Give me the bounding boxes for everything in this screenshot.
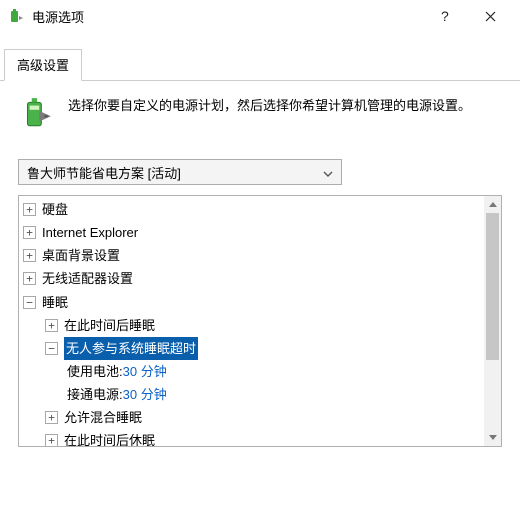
tree-item-hdd[interactable]: + 硬盘: [19, 198, 484, 221]
collapse-icon[interactable]: −: [23, 296, 36, 309]
collapse-icon[interactable]: −: [45, 342, 58, 355]
scroll-down-icon[interactable]: [484, 429, 501, 446]
value-on-battery: 30 分钟: [123, 360, 167, 383]
tree-item-sleep[interactable]: − 睡眠: [19, 291, 484, 314]
tree-item-unattended-sleep[interactable]: − 无人参与系统睡眠超时: [19, 337, 484, 360]
settings-tree[interactable]: + 硬盘 + Internet Explorer + 桌面背景设置 + 无线适配…: [19, 196, 484, 446]
scrollbar-thumb[interactable]: [486, 213, 499, 360]
svg-text:?: ?: [441, 9, 449, 23]
tab-advanced[interactable]: 高级设置: [4, 49, 82, 81]
close-button[interactable]: [468, 1, 512, 31]
tabstrip: 高级设置: [0, 48, 520, 81]
help-button[interactable]: ?: [424, 1, 468, 31]
expand-icon[interactable]: +: [23, 249, 36, 262]
battery-app-icon: [8, 8, 24, 24]
tree-leaf-on-battery[interactable]: 使用电池: 30 分钟: [19, 360, 484, 383]
expand-icon[interactable]: +: [45, 434, 58, 446]
expand-icon[interactable]: +: [23, 203, 36, 216]
tree-item-ie[interactable]: + Internet Explorer: [19, 221, 484, 244]
tree-item-hybrid-sleep[interactable]: + 允许混合睡眠: [19, 406, 484, 429]
chevron-down-icon: [323, 165, 333, 180]
power-plan-value: 鲁大师节能省电方案 [活动]: [27, 163, 181, 182]
expand-icon[interactable]: +: [45, 319, 58, 332]
expand-icon[interactable]: +: [23, 272, 36, 285]
scrollbar-track[interactable]: [484, 213, 501, 429]
tree-item-desktop-bg[interactable]: + 桌面背景设置: [19, 244, 484, 267]
expand-icon[interactable]: +: [23, 226, 36, 239]
vertical-scrollbar[interactable]: [484, 196, 501, 446]
tree-leaf-plugged-in[interactable]: 接通电源: 30 分钟: [19, 383, 484, 406]
tree-item-sleep-after[interactable]: + 在此时间后睡眠: [19, 314, 484, 337]
tab-advanced-label: 高级设置: [17, 58, 69, 73]
tree-item-selected: 无人参与系统睡眠超时: [64, 337, 198, 360]
tree-item-hibernate-after[interactable]: + 在此时间后休眠: [19, 429, 484, 446]
value-plugged-in: 30 分钟: [123, 383, 167, 406]
power-plan-dropdown[interactable]: 鲁大师节能省电方案 [活动]: [18, 159, 342, 185]
window-title: 电源选项: [32, 7, 424, 26]
expand-icon[interactable]: +: [45, 411, 58, 424]
battery-icon: [18, 95, 54, 131]
tree-item-wireless[interactable]: + 无线适配器设置: [19, 267, 484, 290]
description-text: 选择你要自定义的电源计划，然后选择你希望计算机管理的电源设置。: [68, 95, 471, 131]
scroll-up-icon[interactable]: [484, 196, 501, 213]
